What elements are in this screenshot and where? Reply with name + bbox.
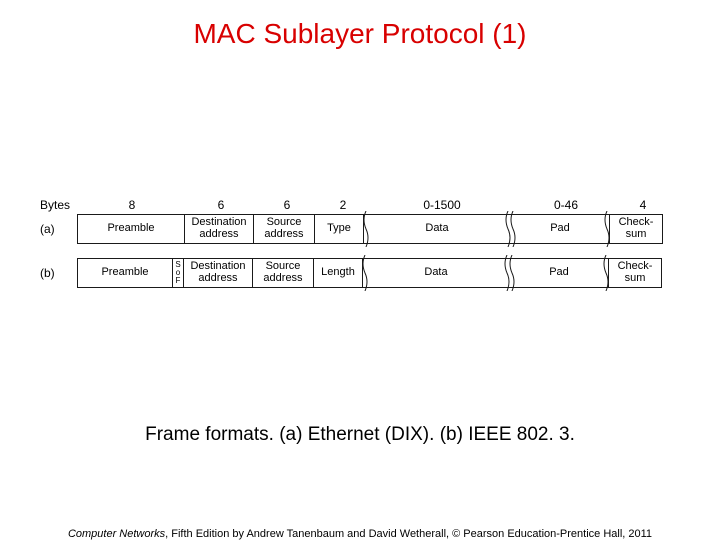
cell-a-pad-text: Pad: [550, 223, 570, 235]
figure-caption: Frame formats. (a) Ethernet (DIX). (b) I…: [0, 424, 720, 446]
cell-a-type: Type: [314, 214, 364, 244]
footer-book-title: Computer Networks: [68, 528, 165, 540]
cell-a-pad: Pad: [510, 214, 610, 244]
row-b-label: (b): [40, 258, 78, 288]
cell-b-data-text: Data: [424, 267, 447, 279]
cell-a-dest: Destination address: [184, 214, 254, 244]
cell-b-chk: Check-sum: [608, 258, 662, 288]
page-title: MAC Sublayer Protocol (1): [0, 18, 720, 50]
bytes-col-6: 4: [616, 198, 670, 212]
sof-f: F: [176, 277, 181, 285]
bytes-label: Bytes: [40, 198, 78, 212]
bytes-col-3: 2: [318, 198, 368, 212]
bytes-col-0: 8: [78, 198, 186, 212]
squiggle-icon: [509, 211, 517, 247]
cell-b-preamble: Preamble: [77, 258, 173, 288]
cell-b-data: Data: [362, 258, 510, 288]
row-a-label: (a): [40, 214, 78, 244]
frame-diagram: Bytes 8 6 6 2 0-1500 0-46 4 (a) Preamble…: [40, 198, 690, 302]
bytes-col-2: 6: [256, 198, 318, 212]
bytes-col-5: 0-46: [516, 198, 616, 212]
bytes-header-row: Bytes 8 6 6 2 0-1500 0-46 4: [40, 198, 690, 212]
squiggle-icon: [362, 211, 370, 247]
bytes-col-1: 6: [186, 198, 256, 212]
cell-b-length: Length: [313, 258, 363, 288]
cell-a-data: Data: [363, 214, 511, 244]
bytes-col-4: 0-1500: [368, 198, 516, 212]
cell-a-data-text: Data: [425, 223, 448, 235]
squiggle-icon: [361, 255, 369, 291]
cell-b-pad-text: Pad: [549, 267, 569, 279]
cell-a-chk: Check-sum: [609, 214, 663, 244]
cell-a-src: Source address: [253, 214, 315, 244]
squiggle-icon: [602, 255, 610, 291]
squiggle-icon: [603, 211, 611, 247]
cell-b-src: Source address: [252, 258, 314, 288]
footer-rest: , Fifth Edition by Andrew Tanenbaum and …: [165, 528, 652, 540]
frame-row-a: (a) Preamble Destination address Source …: [40, 214, 690, 244]
cell-b-pad: Pad: [509, 258, 609, 288]
frame-row-b: (b) Preamble S o F Destination address S…: [40, 258, 690, 288]
cell-a-preamble: Preamble: [77, 214, 185, 244]
footer-text: Computer Networks, Fifth Edition by Andr…: [0, 528, 720, 540]
cell-b-dest: Destination address: [183, 258, 253, 288]
squiggle-icon: [508, 255, 516, 291]
